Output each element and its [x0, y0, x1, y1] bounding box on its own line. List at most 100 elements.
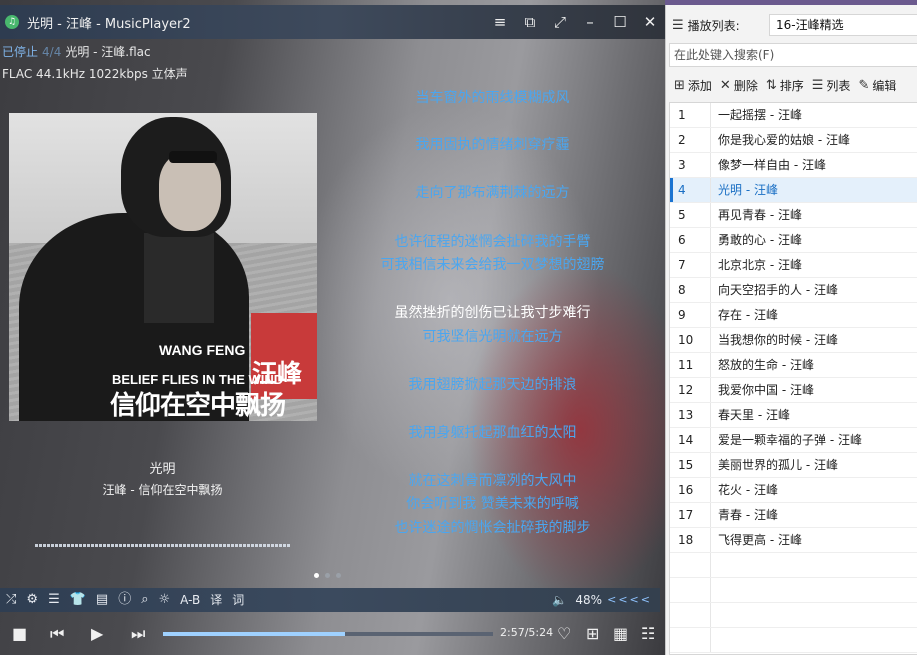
- edit-button[interactable]: ✎ 编辑: [858, 77, 896, 94]
- stop-icon[interactable]: ■: [12, 622, 27, 646]
- track-number: 17: [670, 503, 711, 527]
- playlist-row[interactable]: 2 你是我心爱的姑娘 - 汪峰: [670, 128, 917, 153]
- sort-button[interactable]: ⇅ 排序: [766, 77, 804, 94]
- track-title: 飞得更高 - 汪峰: [718, 533, 802, 547]
- settings-icon[interactable]: ⚙: [26, 588, 38, 612]
- page-dot[interactable]: [314, 573, 319, 578]
- playlist-name[interactable]: 16-汪峰精选: [769, 14, 917, 36]
- playlist-row[interactable]: 6 勇敢的心 - 汪峰: [670, 228, 917, 253]
- playlist-row[interactable]: 3 像梦一样自由 - 汪峰: [670, 153, 917, 178]
- playlist-row[interactable]: 4 光明 - 汪峰: [670, 178, 917, 203]
- add-button[interactable]: ⊞ 添加: [674, 77, 712, 94]
- collapse-arrows[interactable]: <<<<: [607, 588, 652, 612]
- progress-bar[interactable]: [163, 632, 493, 636]
- playlist-row[interactable]: 10 当我想你的时候 - 汪峰: [670, 328, 917, 353]
- player-toolbar: ⤮ ⚙ ☰ 👕 ▤ ⓘ ⌕ ☼ A-B 译 词 🔈 48% <<<<: [0, 588, 660, 612]
- track-number: 5: [670, 203, 711, 227]
- delete-label: 删除: [733, 78, 758, 93]
- maximize-icon[interactable]: ☐: [605, 5, 635, 39]
- edit-icon: ✎: [858, 77, 870, 93]
- playlist-row[interactable]: 7 北京北京 - 汪峰: [670, 253, 917, 278]
- playlist-row[interactable]: 13 春天里 - 汪峰: [670, 403, 917, 428]
- close-icon[interactable]: ✕: [635, 5, 665, 39]
- empty-row: [670, 603, 917, 628]
- track-number: 16: [670, 478, 711, 502]
- track-title: 光明 - 汪峰: [718, 183, 778, 197]
- favorite-icon[interactable]: ♡: [557, 622, 571, 646]
- search-icon[interactable]: ⌕: [141, 588, 148, 612]
- status-line: 已停止 4/4 光明 - 汪峰.flac: [2, 43, 151, 60]
- lyrics-button[interactable]: 词: [232, 588, 244, 612]
- track-title: 美丽世界的孤儿 - 汪峰: [718, 458, 838, 472]
- playlist-row[interactable]: 12 我爱你中国 - 汪峰: [670, 378, 917, 403]
- list-icon: ☰: [811, 77, 824, 93]
- equalizer-icon[interactable]: ☰: [48, 588, 60, 612]
- mini-mode-icon[interactable]: ⧉: [515, 5, 545, 39]
- playlist-row[interactable]: 11 怒放的生命 - 汪峰: [670, 353, 917, 378]
- track-number: 1: [670, 103, 711, 127]
- track-title: 青春 - 汪峰: [718, 508, 778, 522]
- lyric-line: 你会听到我 赞美未来的呼喊: [406, 496, 579, 512]
- show-playlist-icon[interactable]: ☷: [641, 622, 655, 646]
- media-library-icon[interactable]: ▦: [613, 622, 628, 646]
- playlist-row[interactable]: 15 美丽世界的孤儿 - 汪峰: [670, 453, 917, 478]
- lyric-line: 也许迷途的惆怅会扯碎我的脚步: [394, 520, 591, 536]
- lyric-line: 走向了那布满荆棘的远方: [415, 185, 570, 201]
- playlist-row[interactable]: 9 存在 - 汪峰: [670, 303, 917, 328]
- playlist-row[interactable]: 8 向天空招手的人 - 汪峰: [670, 278, 917, 303]
- translate-button[interactable]: 译: [210, 588, 222, 612]
- playlist-icon: ☰: [672, 17, 684, 33]
- spectrum-visualizer: [35, 544, 290, 547]
- cover-sunglasses: [169, 151, 217, 163]
- minimize-icon[interactable]: –: [575, 5, 605, 39]
- track-title: 春天里 - 汪峰: [718, 408, 790, 422]
- speaker-icon[interactable]: 🔈: [552, 593, 567, 607]
- track-number: 12: [670, 378, 711, 402]
- playlist-toggle-icon[interactable]: ▤: [96, 588, 108, 612]
- playlist-table[interactable]: 1 一起摇摆 - 汪峰 2 你是我心爱的姑娘 - 汪峰 3 像梦一样自由 - 汪峰 4 光明 …: [669, 102, 917, 655]
- playlist-toolbar: ⊞ 添加 ✕ 删除 ⇅ 排序 ☰ 列表 ✎ 编辑: [666, 74, 917, 96]
- empty-row: [670, 578, 917, 603]
- add-to-playlist-icon[interactable]: ⊞: [586, 622, 599, 646]
- track-number: 4: [670, 178, 711, 202]
- skin-icon[interactable]: 👕: [70, 588, 86, 612]
- empty-cell: [670, 628, 711, 652]
- lyric-line: 也许征程的迷惘会扯碎我的手臂: [394, 234, 591, 250]
- ab-repeat-button[interactable]: A-B: [180, 588, 200, 612]
- playlist-search-input[interactable]: 在此处键入搜索(F): [669, 43, 917, 67]
- track-number: 2: [670, 128, 711, 152]
- volume-control[interactable]: 🔈 48%: [552, 588, 602, 612]
- empty-cell: [670, 553, 711, 577]
- track-title: 像梦一样自由 - 汪峰: [718, 158, 826, 172]
- page-dot[interactable]: [325, 573, 330, 578]
- faint-counter: 4/4: [42, 45, 62, 59]
- playlist-row[interactable]: 14 爱是一颗幸福的子弹 - 汪峰: [670, 428, 917, 453]
- playlist-row[interactable]: 16 花火 - 汪峰: [670, 478, 917, 503]
- sort-icon: ⇅: [765, 77, 777, 93]
- page-dot[interactable]: [336, 573, 341, 578]
- brightness-icon[interactable]: ☼: [159, 588, 171, 612]
- play-icon[interactable]: ▶: [91, 622, 103, 646]
- empty-row: [670, 628, 917, 653]
- menu-icon[interactable]: ≡: [485, 5, 515, 39]
- lyric-line: 可我相信未来会给我一双梦想的翅膀: [380, 257, 605, 273]
- next-icon[interactable]: ⏭: [131, 622, 145, 646]
- lyric-line: 我用身躯托起那血红的太阳: [408, 425, 577, 441]
- page-indicator[interactable]: [314, 573, 341, 578]
- playlist-row[interactable]: 5 再见青春 - 汪峰: [670, 203, 917, 228]
- delete-icon: ✕: [719, 77, 731, 93]
- empty-row: [670, 553, 917, 578]
- previous-icon[interactable]: ⏮: [50, 622, 64, 646]
- title-bar[interactable]: ♫ 光明 - 汪峰 - MusicPlayer2 ≡ ⧉ ⤢ – ☐ ✕: [0, 5, 665, 39]
- audio-format: FLAC 44.1kHz 1022kbps 立体声: [2, 67, 188, 81]
- playlist-row[interactable]: 18 飞得更高 - 汪峰: [670, 528, 917, 553]
- track-number: 3: [670, 153, 711, 177]
- shuffle-icon[interactable]: ⤮: [6, 588, 16, 612]
- list-button[interactable]: ☰ 列表: [812, 77, 851, 94]
- playlist-row[interactable]: 17 青春 - 汪峰: [670, 503, 917, 528]
- info-icon[interactable]: ⓘ: [118, 588, 131, 612]
- fullscreen-icon[interactable]: ⤢: [545, 5, 575, 39]
- playlist-row[interactable]: 1 一起摇摆 - 汪峰: [670, 103, 917, 128]
- album-cover[interactable]: WANG FENG 汪峰 BELIEF FLIES IN THE WIND 信仰…: [9, 113, 317, 421]
- delete-button[interactable]: ✕ 删除: [720, 77, 758, 94]
